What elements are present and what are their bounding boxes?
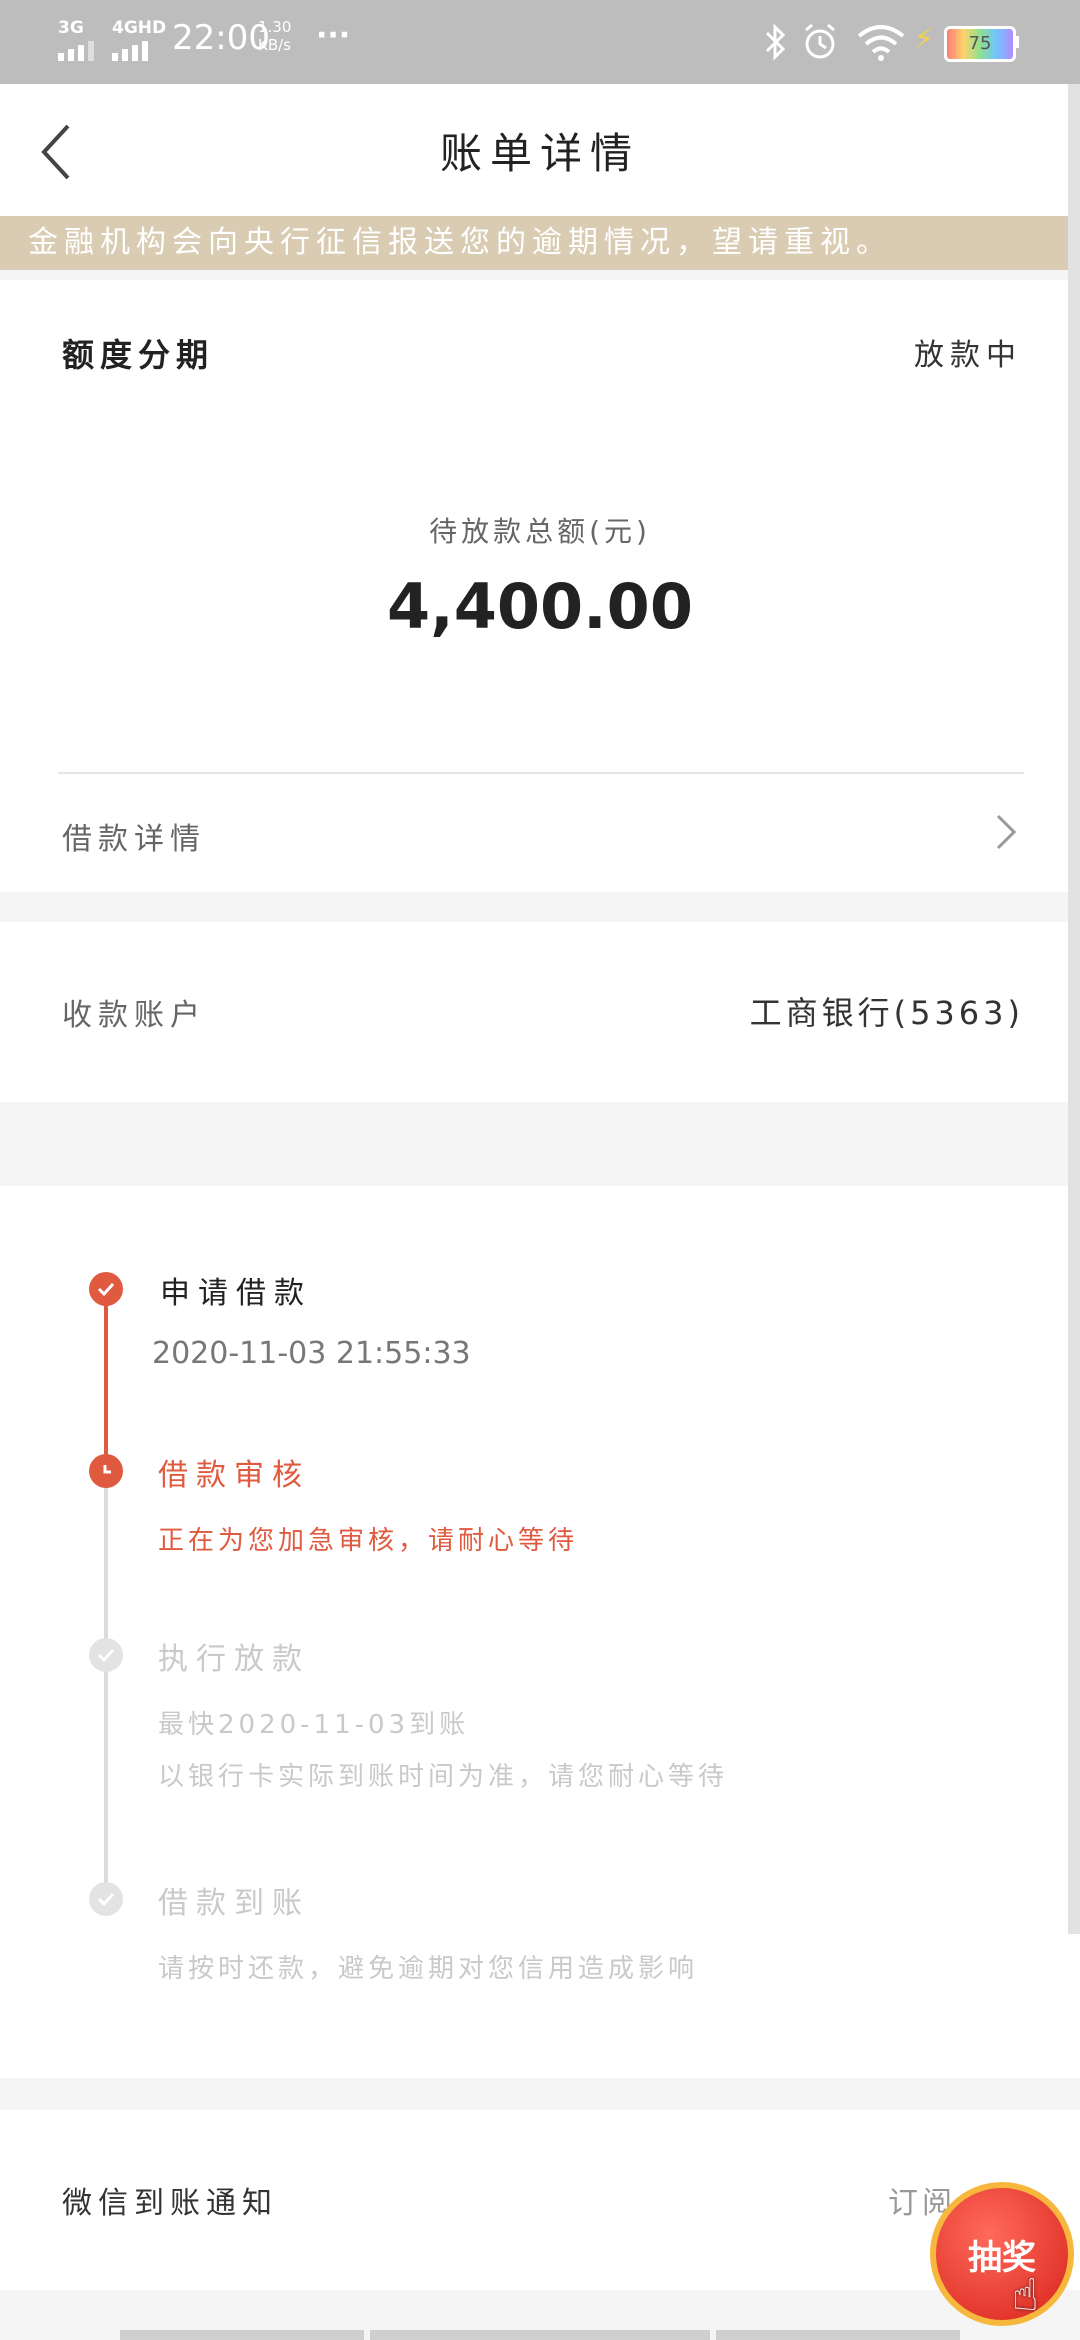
banner-text: 金融机构会向央行征信报送您的逾期情况，望请重视。	[28, 225, 892, 260]
battery-tip	[1014, 36, 1019, 48]
step-3-note: 以银行卡实际到账时间为准，请您耐心等待	[158, 1762, 729, 1792]
status-bar: 3G 4GHD 22:00 1.30 KB/s ··· ⚡ 75	[0, 0, 1080, 84]
loan-details-label: 借款详情	[62, 822, 206, 857]
scrollbar[interactable]	[1068, 84, 1080, 1934]
bottom-tab-indicator-1	[120, 2330, 364, 2340]
speed-value: 1.30	[258, 18, 292, 36]
page-title: 账单详情	[439, 129, 640, 178]
more-icon: ···	[316, 18, 351, 53]
step-1-time: 2020-11-03 21:55:33	[152, 1336, 471, 1371]
loan-details-row[interactable]: 借款详情	[0, 774, 1080, 892]
signal-icon: 3G	[58, 20, 94, 61]
check-icon	[89, 1272, 123, 1306]
bottom-tab-indicator-2	[370, 2330, 710, 2340]
wifi-icon	[857, 25, 905, 61]
app-header: 账单详情	[0, 84, 1080, 216]
network-2-label: 4GHD	[112, 18, 167, 38]
clock-icon	[89, 1454, 123, 1488]
charging-icon: ⚡	[914, 22, 934, 55]
summary-card: 额度分期 放款中 待放款总额(元) 4,400.00 借款详情	[0, 280, 1080, 892]
bluetooth-icon	[765, 23, 786, 61]
alarm-icon	[805, 23, 835, 59]
step-3-title: 执行放款	[158, 1642, 310, 1677]
step-4-subtitle: 请按时还款，避免逾期对您信用造成影响	[158, 1954, 699, 1984]
chevron-right-icon	[996, 814, 1017, 850]
network-1-label: 3G	[58, 18, 84, 38]
step-4-title: 借款到账	[158, 1886, 310, 1921]
status-time: 22:00	[172, 18, 270, 58]
timeline-line-pending	[104, 1466, 108, 1906]
account-value: 工商银行(5363)	[749, 994, 1024, 1032]
check-icon-pending	[89, 1638, 123, 1672]
timeline-card: 申请借款 2020-11-03 21:55:33 借款审核 正在为您加急审核，请…	[0, 1186, 1080, 2078]
battery-icon: 75	[944, 26, 1016, 62]
wechat-notify-row[interactable]: 微信到账通知 订阅	[0, 2110, 1080, 2290]
check-icon-pending-2	[89, 1882, 123, 1916]
speed-unit: KB/s	[258, 36, 291, 54]
account-card: 收款账户 工商银行(5363)	[0, 922, 1080, 1102]
loan-type: 额度分期	[62, 336, 215, 374]
step-2-subtitle: 正在为您加急审核，请耐心等待	[158, 1526, 579, 1556]
wechat-label: 微信到账通知	[62, 2186, 278, 2221]
bottom-tab-indicator-3	[716, 2330, 960, 2340]
hand-pointer-icon: ☝	[1012, 2270, 1039, 2321]
network-speed: 1.30 KB/s	[258, 18, 291, 54]
step-2-title: 借款审核	[158, 1458, 310, 1493]
step-1-title: 申请借款	[160, 1276, 312, 1311]
amount-value: 4,400.00	[387, 570, 693, 643]
lottery-button[interactable]: 抽奖	[930, 2182, 1074, 2326]
step-3-subtitle: 最快2020-11-03到账	[158, 1710, 470, 1740]
warning-banner: 金融机构会向央行征信报送您的逾期情况，望请重视。	[0, 216, 1080, 270]
signal-icon-2: 4GHD	[112, 20, 166, 61]
amount-label: 待放款总额(元)	[429, 515, 651, 548]
account-label: 收款账户	[62, 998, 206, 1033]
status-badge: 放款中	[914, 338, 1022, 373]
